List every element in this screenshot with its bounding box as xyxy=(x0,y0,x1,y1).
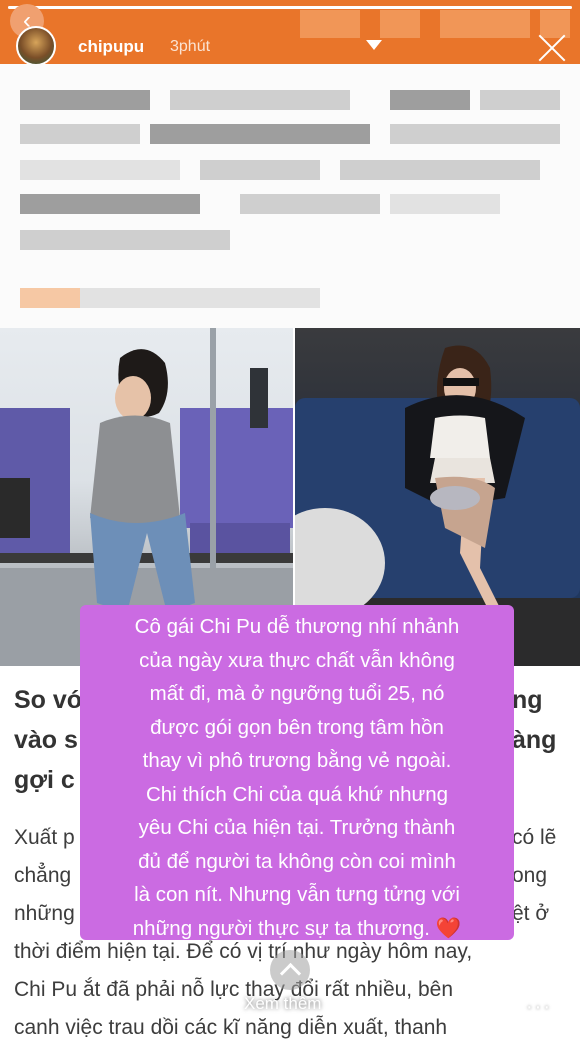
article-paragraph-line: ong xyxy=(512,864,548,887)
caption-line: Chi thích Chi của quá khứ nhưng xyxy=(145,782,449,806)
article-heading-line: So vớ xyxy=(14,686,85,714)
story-header: ‹ chipupu 3phút xyxy=(0,0,580,66)
caption-line: được gói gọn bên trong tâm hồn xyxy=(150,715,444,739)
article-heading-line: vào s xyxy=(14,726,78,754)
post-time: 3phút xyxy=(170,38,211,55)
avatar[interactable] xyxy=(16,26,56,66)
username[interactable]: chipupu xyxy=(78,37,144,57)
caption-line: mất đi, mà ở ngưỡng tuổi 25, nó xyxy=(149,682,445,705)
send-icon[interactable] xyxy=(470,988,496,1014)
caption-line: đủ để người ta không còn coi mình xyxy=(138,849,456,873)
story-progress-bar xyxy=(8,6,572,9)
caption-line: của ngày xưa thực chất vẫn không xyxy=(139,648,455,672)
article-paragraph-line: ệt ở xyxy=(512,902,550,925)
caption-line: những người thực sự ta thương. ❤️ xyxy=(132,916,462,940)
more-icon[interactable]: ··· xyxy=(526,996,552,1019)
caption-line: thay vì phô trương bằng vẻ ngoài. xyxy=(142,749,452,772)
story-caption: Cô gái Chi Pu dễ thương nhí nhảnh của ng… xyxy=(80,610,514,945)
caption-line: Cô gái Chi Pu dễ thương nhí nhảnh xyxy=(134,615,460,638)
article-paragraph-line: Chi Pu ắt đã phải nỗ lực thay đổi rất nh… xyxy=(14,978,454,1001)
article-paragraph-line: chẳng xyxy=(14,864,72,887)
article-paragraph-line: những xyxy=(14,902,75,925)
blurred-text-block xyxy=(0,64,580,328)
heart-icon: ❤️ xyxy=(435,916,462,940)
caption-line: yêu Chi của hiện tại. Trưởng thành xyxy=(138,816,456,839)
caption-line: là con nít. Nhưng vẫn tưng tửng với xyxy=(134,883,460,906)
article-heading-line: gợi c xyxy=(14,766,75,794)
article-paragraph-line: canh việc trau dồi các kĩ năng diễn xuất… xyxy=(14,1016,448,1039)
article-heading-line: ng xyxy=(512,686,543,714)
article-heading-line: àng xyxy=(512,726,557,754)
chevron-up-icon[interactable] xyxy=(270,950,310,990)
chevron-down-icon[interactable] xyxy=(366,40,382,50)
article-paragraph-line: Xuất p xyxy=(14,826,75,849)
article-paragraph-line: có lẽ xyxy=(512,826,557,849)
see-more-button[interactable]: Xem thêm xyxy=(244,994,321,1014)
close-icon[interactable] xyxy=(536,32,568,64)
